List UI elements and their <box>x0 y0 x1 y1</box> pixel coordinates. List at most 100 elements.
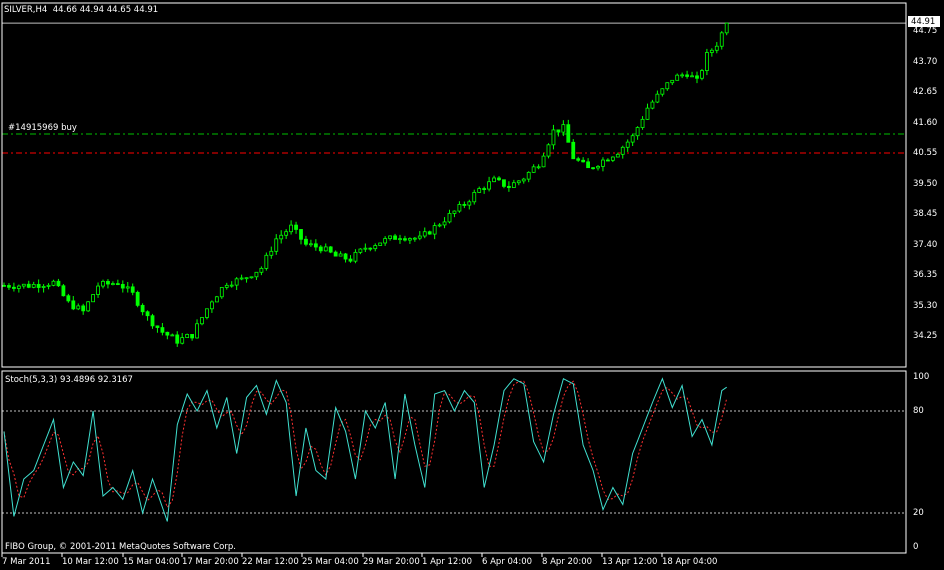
candle <box>160 322 165 336</box>
price-tick-label: 35.30 <box>913 300 938 311</box>
candle <box>516 180 521 186</box>
candle <box>452 210 457 218</box>
candle <box>86 301 91 313</box>
candle <box>546 143 551 159</box>
candle <box>482 186 487 194</box>
candle <box>81 303 86 315</box>
candle <box>630 133 635 146</box>
candle <box>635 126 640 140</box>
indicator-title: Stoch(5,3,3) 93.4896 92.3167 <box>5 375 133 385</box>
candle <box>591 167 595 170</box>
indicator-pane[interactable] <box>2 377 906 522</box>
candle <box>541 152 546 168</box>
candle <box>190 334 195 341</box>
candle <box>442 217 447 229</box>
price-tick-label: 42.65 <box>913 87 938 97</box>
candle <box>457 201 462 213</box>
candle <box>101 279 105 289</box>
time-tick-label: 1 Apr 12:00 <box>422 557 473 567</box>
candle <box>294 221 298 234</box>
candle <box>219 286 224 299</box>
candle <box>66 293 71 303</box>
symbol-timeframe: SILVER,H4 <box>4 5 48 15</box>
candle <box>299 229 303 245</box>
chart-canvas[interactable] <box>0 0 944 570</box>
time-tick-label: 6 Apr 04:00 <box>482 557 533 567</box>
candle <box>175 331 180 347</box>
candle <box>393 233 397 240</box>
candle <box>447 209 452 224</box>
indicator-pane-frame <box>1 370 907 554</box>
price-tick-label: 36.35 <box>913 270 938 280</box>
candle <box>487 176 492 192</box>
candle <box>120 280 125 293</box>
candle <box>284 229 289 239</box>
candle <box>289 220 294 235</box>
candle <box>165 331 170 340</box>
candle <box>125 281 130 293</box>
candle <box>581 157 586 163</box>
candle <box>2 282 6 287</box>
candle <box>205 308 209 320</box>
candle <box>328 246 333 254</box>
candle <box>714 42 719 54</box>
candle <box>195 319 199 339</box>
candle <box>526 171 531 183</box>
candle <box>16 284 21 293</box>
candle <box>180 333 185 345</box>
candle <box>41 284 46 293</box>
candle <box>76 303 81 311</box>
candle <box>398 234 402 244</box>
candle <box>348 255 353 263</box>
candle <box>214 295 219 303</box>
candle <box>521 177 526 184</box>
candle <box>135 290 140 308</box>
candle <box>640 116 645 130</box>
candle <box>130 283 135 296</box>
candle <box>155 325 160 333</box>
candle <box>506 181 511 192</box>
candle <box>497 176 501 182</box>
candle <box>254 271 259 280</box>
candle <box>26 280 31 289</box>
candle <box>145 310 150 321</box>
candle <box>368 247 373 252</box>
candle <box>56 278 61 287</box>
price-tick-label: 41.60 <box>913 117 938 128</box>
candle <box>313 239 318 251</box>
candle <box>650 99 655 110</box>
time-tick-label: 8 Apr 20:00 <box>542 557 593 567</box>
candle <box>106 279 110 289</box>
price-tick-label: 38.45 <box>913 209 938 219</box>
candle <box>665 82 670 91</box>
time-tick-label: 22 Mar 12:00 <box>242 557 299 567</box>
candle <box>437 223 442 228</box>
candle <box>61 284 66 297</box>
candle <box>333 250 338 257</box>
candle <box>269 246 274 259</box>
candle <box>695 71 699 84</box>
candle <box>358 248 363 255</box>
candle <box>21 283 26 289</box>
candle <box>660 88 665 97</box>
order-label[interactable]: #14915969 buy <box>8 123 77 133</box>
candle <box>304 235 308 247</box>
time-tick-label: 15 Mar 04:00 <box>123 557 180 567</box>
candle <box>185 333 190 339</box>
candle <box>531 164 536 173</box>
copyright-text: FIBO Group, © 2001-2011 MetaQuotes Softw… <box>5 542 236 552</box>
candle <box>308 239 313 247</box>
candle <box>353 249 358 264</box>
price-pane[interactable] <box>2 22 906 347</box>
candle <box>388 235 393 241</box>
candle <box>705 48 709 76</box>
candle <box>502 179 506 189</box>
candle <box>601 157 605 172</box>
candle <box>432 222 437 240</box>
candle <box>492 175 496 183</box>
candle <box>511 179 516 188</box>
candle <box>323 243 328 252</box>
candle <box>264 252 269 271</box>
candle <box>31 281 36 289</box>
candle <box>274 234 279 255</box>
